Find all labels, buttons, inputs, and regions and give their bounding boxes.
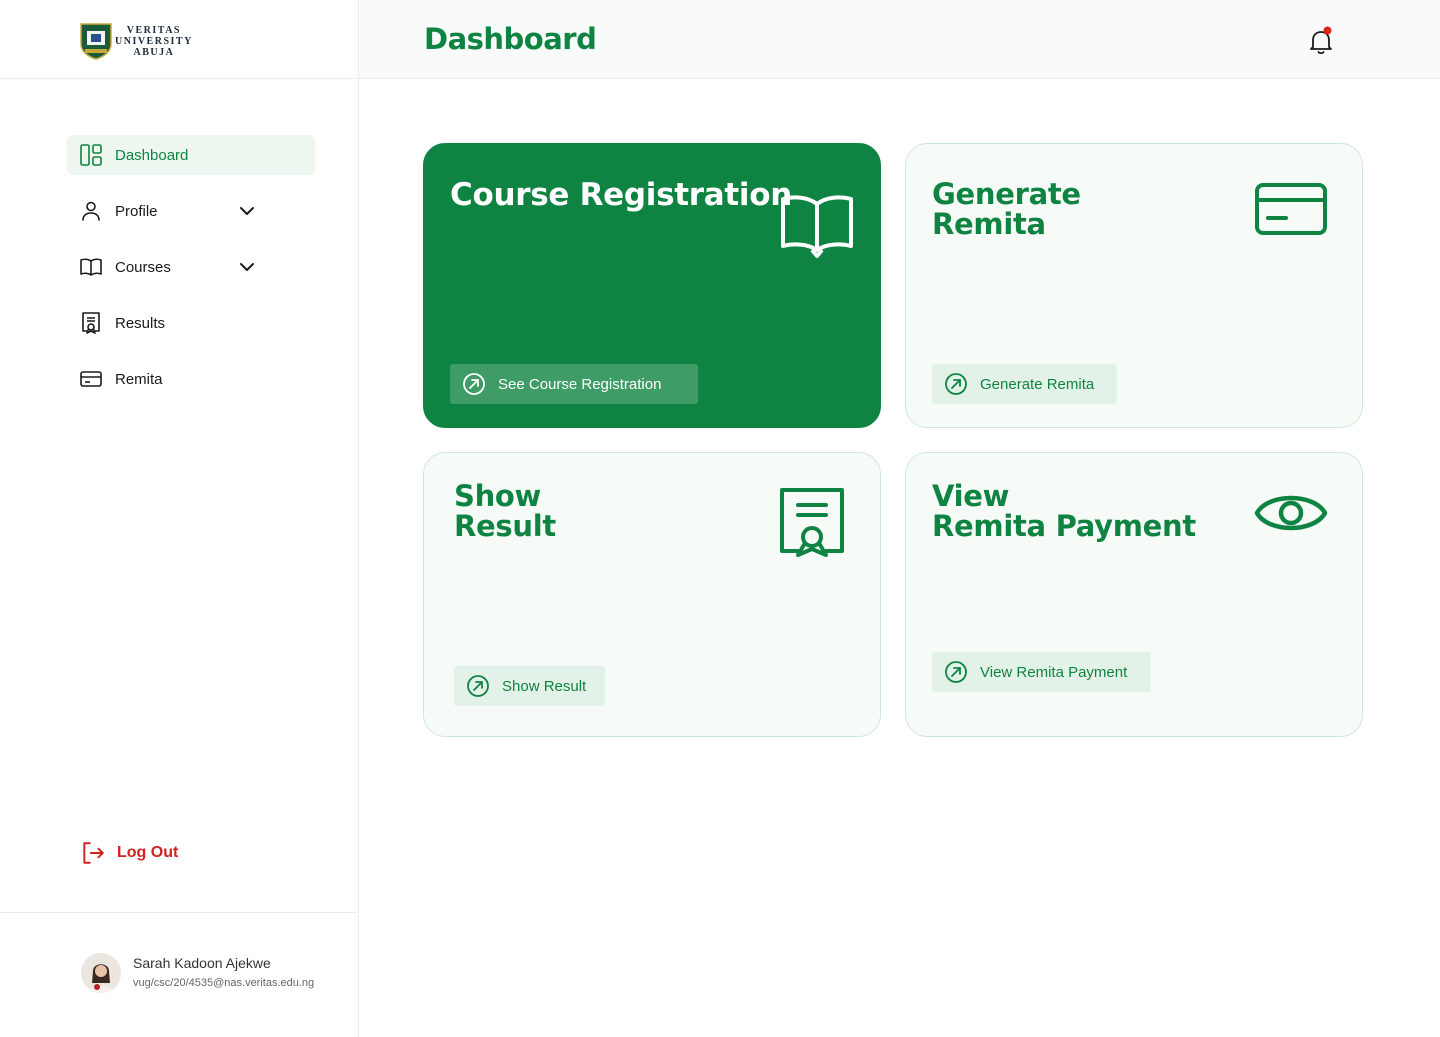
eye-icon	[1254, 495, 1328, 531]
generate-remita-card[interactable]: Generate Remita Generate Remita	[905, 143, 1363, 428]
sidebar-item-label: Remita	[115, 370, 163, 388]
logo-text: VERITAS UNIVERSITY ABUJA	[115, 25, 193, 58]
book-icon	[79, 255, 103, 279]
page-title: Dashboard	[424, 22, 597, 56]
card-button-label: Generate Remita	[980, 375, 1095, 393]
sidebar-item-results[interactable]: Results	[67, 303, 315, 343]
card-button-label: Show Result	[502, 677, 587, 695]
logo-line-1: VERITAS	[126, 24, 181, 36]
card-button-label: See Course Registration	[498, 375, 662, 393]
card-title-line-1: Generate	[932, 177, 1081, 211]
avatar[interactable]	[81, 953, 121, 993]
user-email: vug/csc/20/4535@nas.veritas.edu.ng	[133, 977, 315, 989]
sidebar-item-profile[interactable]: Profile	[67, 191, 315, 231]
dashboard-icon	[79, 143, 103, 167]
certificate-icon	[79, 311, 103, 335]
sidebar-item-remita[interactable]: Remita	[67, 359, 315, 399]
card-title: Generate Remita	[932, 179, 1081, 239]
card-title: Course Registration	[450, 177, 792, 213]
user-icon	[79, 199, 103, 223]
sidebar-item-dashboard[interactable]: Dashboard	[67, 135, 315, 175]
logout-button[interactable]: Log Out	[80, 840, 178, 866]
credit-card-icon	[1255, 183, 1327, 235]
view-remita-payment-button[interactable]: View Remita Payment	[932, 652, 1151, 692]
sidebar-item-label: Results	[115, 314, 166, 332]
sidebar: VERITAS UNIVERSITY ABUJA Dashboard Profi…	[0, 0, 359, 1037]
view-remita-payment-card[interactable]: View Remita Payment View Remita Payment	[905, 452, 1363, 737]
notification-dot	[1323, 26, 1332, 35]
show-result-button[interactable]: Show Result	[454, 666, 605, 706]
card-title-line-2: Remita Payment	[932, 509, 1196, 543]
logout-icon	[83, 842, 104, 864]
card-title-line-2: Remita	[932, 207, 1046, 241]
card-title-line-2: Result	[454, 509, 556, 543]
bell-icon[interactable]	[1308, 26, 1334, 56]
arrow-up-right-icon	[945, 661, 967, 683]
sidebar-item-courses[interactable]: Courses	[67, 247, 315, 287]
sidebar-item-label: Courses	[115, 258, 171, 276]
logo-area: VERITAS UNIVERSITY ABUJA	[0, 0, 358, 79]
logout-label: Log Out	[117, 844, 179, 861]
user-name: Sarah Kadoon Ajekwe	[133, 955, 271, 971]
course-registration-card[interactable]: Course Registration See Course Registrat…	[423, 143, 881, 428]
card-title-line-1: View	[932, 479, 1010, 513]
university-logo[interactable]: VERITAS UNIVERSITY ABUJA	[79, 22, 193, 60]
arrow-up-right-icon	[463, 373, 485, 395]
show-result-card[interactable]: Show Result Show Result	[423, 452, 881, 737]
card-title-line-1: Show	[454, 479, 542, 513]
sidebar-item-label: Profile	[115, 202, 158, 220]
chevron-down-icon[interactable]	[235, 255, 259, 279]
logo-line-3: ABUJA	[133, 46, 175, 58]
sidebar-nav: Dashboard Profile Courses Results Remita	[67, 135, 315, 415]
certificate-icon	[780, 488, 844, 557]
arrow-up-right-icon	[945, 373, 967, 395]
card-title: View Remita Payment	[932, 481, 1196, 541]
card-button-label: View Remita Payment	[980, 663, 1128, 681]
sidebar-item-label: Dashboard	[115, 146, 189, 164]
generate-remita-button[interactable]: Generate Remita	[932, 364, 1117, 404]
credit-card-icon	[79, 367, 103, 391]
arrow-up-right-icon	[467, 675, 489, 697]
logo-line-2: UNIVERSITY	[115, 35, 193, 47]
crest-icon	[80, 23, 112, 60]
book-icon	[781, 195, 853, 258]
see-course-registration-button[interactable]: See Course Registration	[450, 364, 698, 404]
card-title: Show Result	[454, 481, 556, 541]
top-bar: Dashboard	[359, 0, 1440, 79]
user-profile-area[interactable]: Sarah Kadoon Ajekwe vug/csc/20/4535@nas.…	[0, 912, 358, 1037]
chevron-down-icon[interactable]	[235, 199, 259, 223]
